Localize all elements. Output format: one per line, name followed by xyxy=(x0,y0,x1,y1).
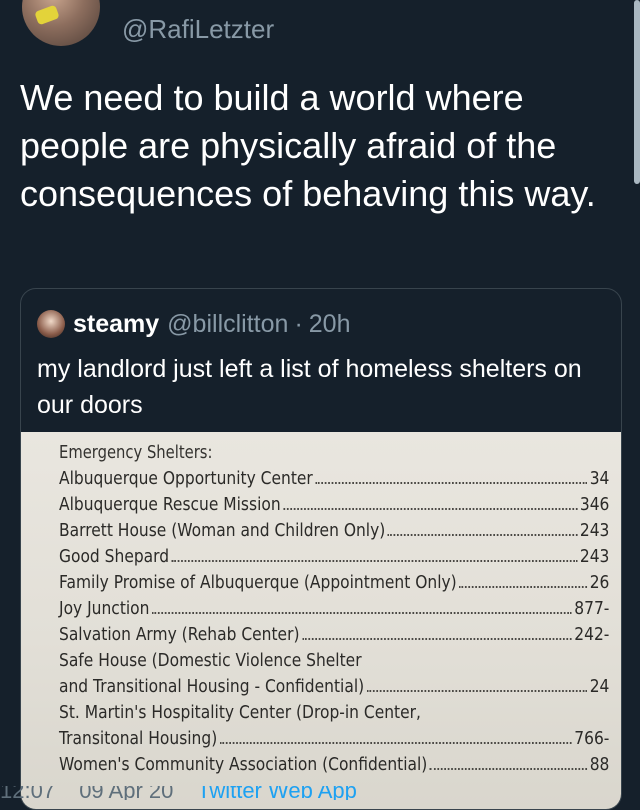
quoted-tweet-card[interactable]: steamy @billclitton · 20h my landlord ju… xyxy=(20,288,622,810)
shelter-list: Albuquerque Opportunity Center 34 Albuque… xyxy=(59,466,609,778)
shelter-number: 34 xyxy=(589,468,610,489)
quoted-tweet-photo[interactable]: Emergency Shelters: Albuquerque Opportun… xyxy=(21,432,621,809)
shelter-number: 242- xyxy=(574,624,610,645)
leader-dots xyxy=(302,638,572,640)
leader-dots xyxy=(366,690,588,692)
shelter-number: 24 xyxy=(589,676,610,697)
profile-avatar[interactable] xyxy=(22,0,100,46)
shelter-entry: and Transitional Housing - Confidential)… xyxy=(59,674,609,700)
quoted-author-avatar[interactable] xyxy=(37,310,65,338)
shelter-name: Albuquerque Rescue Mission xyxy=(59,494,281,515)
shelter-name: Salvation Army (Rehab Center) xyxy=(59,624,300,645)
shelter-entry: St. Martin's Hospitality Center (Drop-in… xyxy=(59,700,609,726)
leader-dots xyxy=(152,612,572,614)
tweet-footer: 12:07 09 Apr 20 Twitter Web App xyxy=(0,786,640,800)
quoted-author-handle[interactable]: @billclitton xyxy=(167,310,288,339)
shelter-number: 243 xyxy=(579,520,610,541)
shelter-name: and Transitional Housing - Confidential) xyxy=(59,676,365,697)
shelter-entry: Salvation Army (Rehab Center) 242- xyxy=(59,622,609,648)
quoted-tweet-text: my landlord just left a list of homeless… xyxy=(37,355,582,419)
leader-dots xyxy=(387,534,578,536)
shelter-entry: Family Promise of Albuquerque (Appointme… xyxy=(59,570,609,596)
shelter-number: 877- xyxy=(574,598,610,619)
leader-dots xyxy=(429,768,588,770)
leader-dots xyxy=(315,482,588,484)
tweet-author-handle[interactable]: @RafiLetzter xyxy=(122,14,274,45)
leader-dots xyxy=(219,742,572,744)
avatar-photo-detail xyxy=(34,4,60,26)
quoted-tweet-time[interactable]: 20h xyxy=(309,310,351,339)
leader-dots xyxy=(171,560,578,562)
tweet-date[interactable]: 09 Apr 20 xyxy=(79,786,173,800)
shelter-name: Albuquerque Opportunity Center xyxy=(59,468,313,489)
shelter-entry: Women's Community Association (Confident… xyxy=(59,752,609,778)
quoted-author-name[interactable]: steamy xyxy=(73,310,159,339)
shelter-name: Joy Junction xyxy=(59,598,150,619)
shelter-name: Good Shepard xyxy=(59,546,170,567)
shelter-entry: Transitonal Housing) 766- xyxy=(59,726,609,752)
tweet-text: We need to build a world where people ar… xyxy=(20,77,596,214)
shelter-entry: Safe House (Domestic Violence Shelter xyxy=(59,648,609,674)
scrollbar[interactable] xyxy=(634,0,640,184)
shelter-name: Safe House (Domestic Violence Shelter xyxy=(59,650,362,671)
tweet-source-link[interactable]: Twitter Web App xyxy=(197,786,357,800)
shelter-number: 26 xyxy=(589,572,610,593)
shelter-number: 346 xyxy=(579,494,610,515)
shelter-name: Women's Community Association (Confident… xyxy=(59,754,428,775)
header-separator: · xyxy=(294,309,303,338)
shelter-entry: Barrett House (Woman and Children Only) 2… xyxy=(59,518,609,544)
leader-dots xyxy=(459,586,588,588)
shelter-number: 88 xyxy=(589,754,610,775)
tweet-time[interactable]: 12:07 xyxy=(0,786,55,800)
shelter-number: 243 xyxy=(579,546,610,567)
shelter-entry: Good Shepard 243 xyxy=(59,544,609,570)
shelter-number: 766- xyxy=(574,728,610,749)
shelter-name: Family Promise of Albuquerque (Appointme… xyxy=(59,572,457,593)
leader-dots xyxy=(283,508,578,510)
shelter-name: Transitonal Housing) xyxy=(59,728,218,749)
shelter-entry: Albuquerque Rescue Mission 346 xyxy=(59,492,609,518)
shelter-entry: Albuquerque Opportunity Center 34 xyxy=(59,466,609,492)
shelter-entry: Joy Junction 877- xyxy=(59,596,609,622)
shelter-name: St. Martin's Hospitality Center (Drop-in… xyxy=(59,702,421,723)
quoted-tweet-header: steamy @billclitton · 20h xyxy=(37,307,350,341)
shelter-name: Barrett House (Woman and Children Only) xyxy=(59,520,386,541)
shelter-list-heading: Emergency Shelters: xyxy=(59,442,213,463)
